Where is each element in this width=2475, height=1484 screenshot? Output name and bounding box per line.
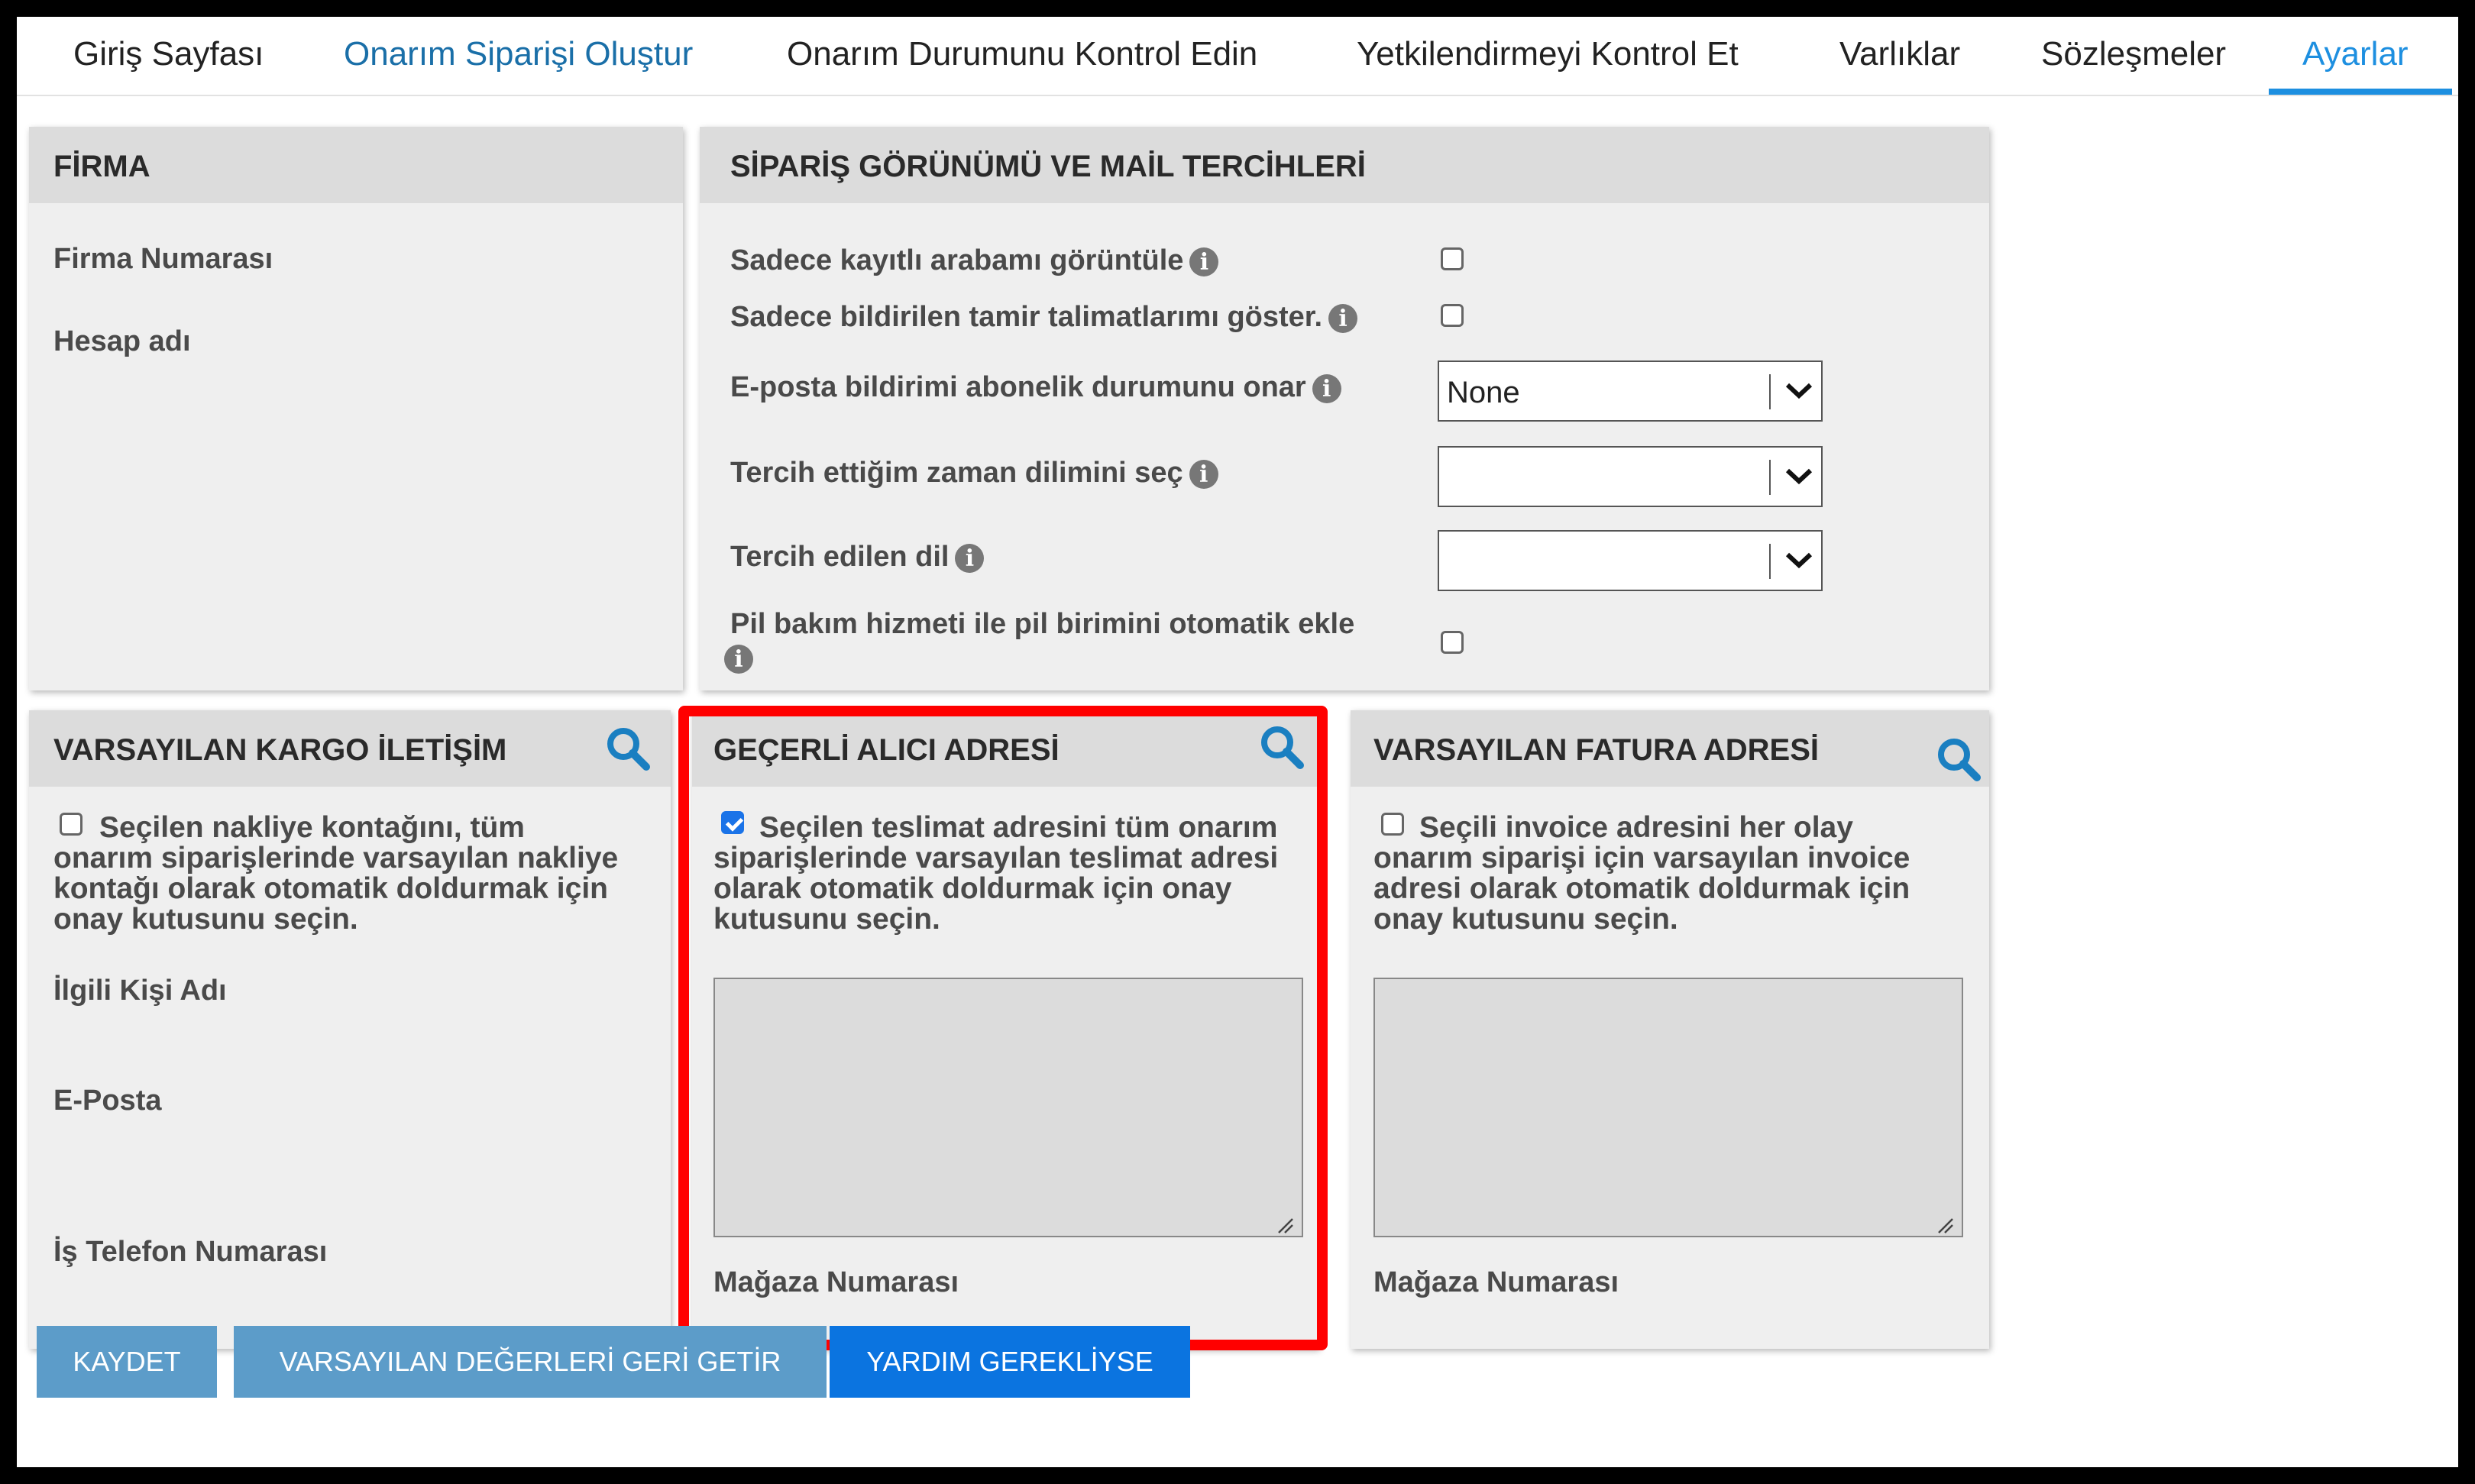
resize-handle-icon[interactable] (1936, 1216, 1954, 1234)
search-icon[interactable] (1934, 735, 1983, 784)
valid-recipient-address-panel: GEÇERLİ ALICI ADRESİ Seçilen teslimat ad… (692, 710, 1318, 1349)
recipient-description-line: olarak otomatik doldurmak için onay (713, 872, 1232, 905)
billing-panel-header: VARSAYILAN FATURA ADRESİ (1351, 710, 1989, 787)
shipping-description-line: onarım siparişlerinde varsayılan nakliye (53, 842, 619, 875)
recipient-description-line: kutusunu seçin. (713, 903, 940, 936)
preferences-panel-header: SİPARİŞ GÖRÜNÜMÜ VE MAİL TERCİHLERİ (700, 127, 1989, 203)
active-tab-indicator (2269, 89, 2452, 95)
tab-create-repair-order[interactable]: Onarım Siparişi Oluştur (344, 35, 693, 73)
recipient-panel-title: GEÇERLİ ALICI ADRESİ (713, 733, 1060, 767)
battery-auto-add-label: Pil bakım hizmeti ile pil birimini otoma… (730, 608, 1355, 640)
billing-panel-title: VARSAYILAN FATURA ADRESİ (1373, 733, 1820, 767)
info-icon[interactable]: i (1189, 459, 1218, 489)
shipping-panel-title: VARSAYILAN KARGO İLETİŞİM (53, 733, 507, 767)
billing-address-textarea[interactable] (1373, 978, 1963, 1237)
billing-description-line: Seçili invoice adresini her olay (1419, 811, 1853, 844)
tab-home[interactable]: Giriş Sayfası (73, 35, 264, 73)
work-phone-label: İş Telefon Numarası (53, 1236, 328, 1268)
select-separator (1769, 374, 1771, 409)
language-label: Tercih edilen dil (730, 541, 950, 573)
help-button[interactable]: YARDIM GEREKLİYSE (830, 1326, 1190, 1398)
billing-description: Seçili invoice adresini her olay onarım … (1373, 813, 1910, 935)
only-reported-repairs-checkbox[interactable] (1441, 304, 1464, 327)
timezone-select[interactable] (1438, 446, 1823, 507)
restore-defaults-button[interactable]: VARSAYILAN DEĞERLERİ GERİ GETİR (234, 1326, 827, 1398)
company-panel: FİRMA Firma Numarası Hesap adı (29, 127, 683, 690)
search-icon[interactable] (603, 724, 652, 773)
only-registered-car-checkbox[interactable] (1441, 247, 1464, 270)
tab-assets[interactable]: Varlıklar (1839, 35, 1960, 73)
chevron-down-icon[interactable] (1777, 448, 1821, 506)
email-subscription-value: None (1447, 376, 1520, 409)
billing-store-number-label: Mağaza Numarası (1373, 1266, 1619, 1298)
search-icon[interactable] (1257, 723, 1306, 771)
timezone-label: Tercih ettiğim zaman dilimini seç (730, 457, 1183, 489)
company-number-label: Firma Numarası (53, 243, 273, 275)
shipping-description-line: Seçilen nakliye kontağını, tüm (99, 811, 525, 844)
default-shipping-contact-panel: VARSAYILAN KARGO İLETİŞİM Seçilen nakliy… (29, 710, 671, 1349)
billing-description-line: adresi olarak otomatik doldurmak için (1373, 872, 1910, 905)
email-label: E-Posta (53, 1085, 162, 1117)
only-registered-car-row: Sadece kayıtlı arabamı görüntüle i (730, 244, 1219, 277)
info-icon[interactable]: i (1312, 373, 1341, 403)
select-separator (1769, 544, 1771, 579)
resize-handle-icon[interactable] (1276, 1216, 1294, 1234)
top-navigation: Giriş Sayfası Onarım Siparişi Oluştur On… (17, 17, 2458, 96)
battery-auto-add-checkbox[interactable] (1441, 631, 1464, 654)
save-button[interactable]: KAYDET (37, 1326, 217, 1398)
tab-contracts[interactable]: Sözleşmeler (2041, 35, 2226, 73)
info-icon[interactable]: i (1328, 303, 1358, 333)
company-panel-header: FİRMA (29, 127, 683, 203)
contact-name-label: İlgili Kişi Adı (53, 975, 227, 1007)
email-subscription-label: E-posta bildirimi abonelik durumunu onar (730, 371, 1306, 403)
recipient-description: Seçilen teslimat adresini tüm onarım sip… (713, 813, 1278, 935)
only-reported-repairs-label: Sadece bildirilen tamir talimatlarımı gö… (730, 301, 1323, 333)
tab-check-authorization[interactable]: Yetkilendirmeyi Kontrol Et (1357, 35, 1739, 73)
select-separator (1769, 460, 1771, 495)
info-icon[interactable]: i (955, 543, 985, 573)
info-icon[interactable]: i (724, 645, 753, 674)
timezone-row: Tercih ettiğim zaman dilimini seç i (730, 457, 1218, 490)
recipient-description-line: Seçilen teslimat adresini tüm onarım (759, 811, 1278, 844)
billing-description-line: onarım siparişi için varsayılan invoice (1373, 842, 1910, 875)
only-reported-repairs-row: Sadece bildirilen tamir talimatlarımı gö… (730, 301, 1358, 334)
only-registered-car-label: Sadece kayıtlı arabamı görüntüle (730, 244, 1184, 276)
shipping-description: Seçilen nakliye kontağını, tüm onarım si… (53, 813, 618, 935)
recipient-description-line: siparişlerinde varsayılan teslimat adres… (713, 842, 1279, 875)
account-name-label: Hesap adı (53, 325, 191, 357)
recipient-panel-header: GEÇERLİ ALICI ADRESİ (692, 710, 1318, 787)
info-icon[interactable]: i (1189, 247, 1219, 276)
tab-settings[interactable]: Ayarlar (2302, 35, 2409, 73)
order-view-mail-preferences-panel: SİPARİŞ GÖRÜNÜMÜ VE MAİL TERCİHLERİ Sade… (700, 127, 1989, 690)
language-select[interactable] (1438, 530, 1823, 591)
shipping-description-line: onay kutusunu seçin. (53, 903, 358, 936)
chevron-down-icon[interactable] (1777, 362, 1821, 420)
language-row: Tercih edilen dil i (730, 541, 985, 574)
email-subscription-row: E-posta bildirimi abonelik durumunu onar… (730, 371, 1341, 404)
app-frame: Giriş Sayfası Onarım Siparişi Oluştur On… (17, 17, 2458, 1467)
tab-check-repair-status[interactable]: Onarım Durumunu Kontrol Edin (787, 35, 1257, 73)
billing-description-line: onay kutusunu seçin. (1373, 903, 1678, 936)
recipient-store-number-label: Mağaza Numarası (713, 1266, 959, 1298)
company-panel-title: FİRMA (53, 150, 150, 183)
default-billing-address-panel: VARSAYILAN FATURA ADRESİ Seçili invoice … (1351, 710, 1989, 1349)
chevron-down-icon[interactable] (1777, 532, 1821, 590)
email-subscription-select[interactable]: None (1438, 360, 1823, 422)
preferences-panel-title: SİPARİŞ GÖRÜNÜMÜ VE MAİL TERCİHLERİ (730, 150, 1366, 183)
recipient-address-textarea[interactable] (713, 978, 1303, 1237)
shipping-description-line: kontağı olarak otomatik doldurmak için (53, 872, 608, 905)
shipping-panel-header: VARSAYILAN KARGO İLETİŞİM (29, 710, 671, 787)
